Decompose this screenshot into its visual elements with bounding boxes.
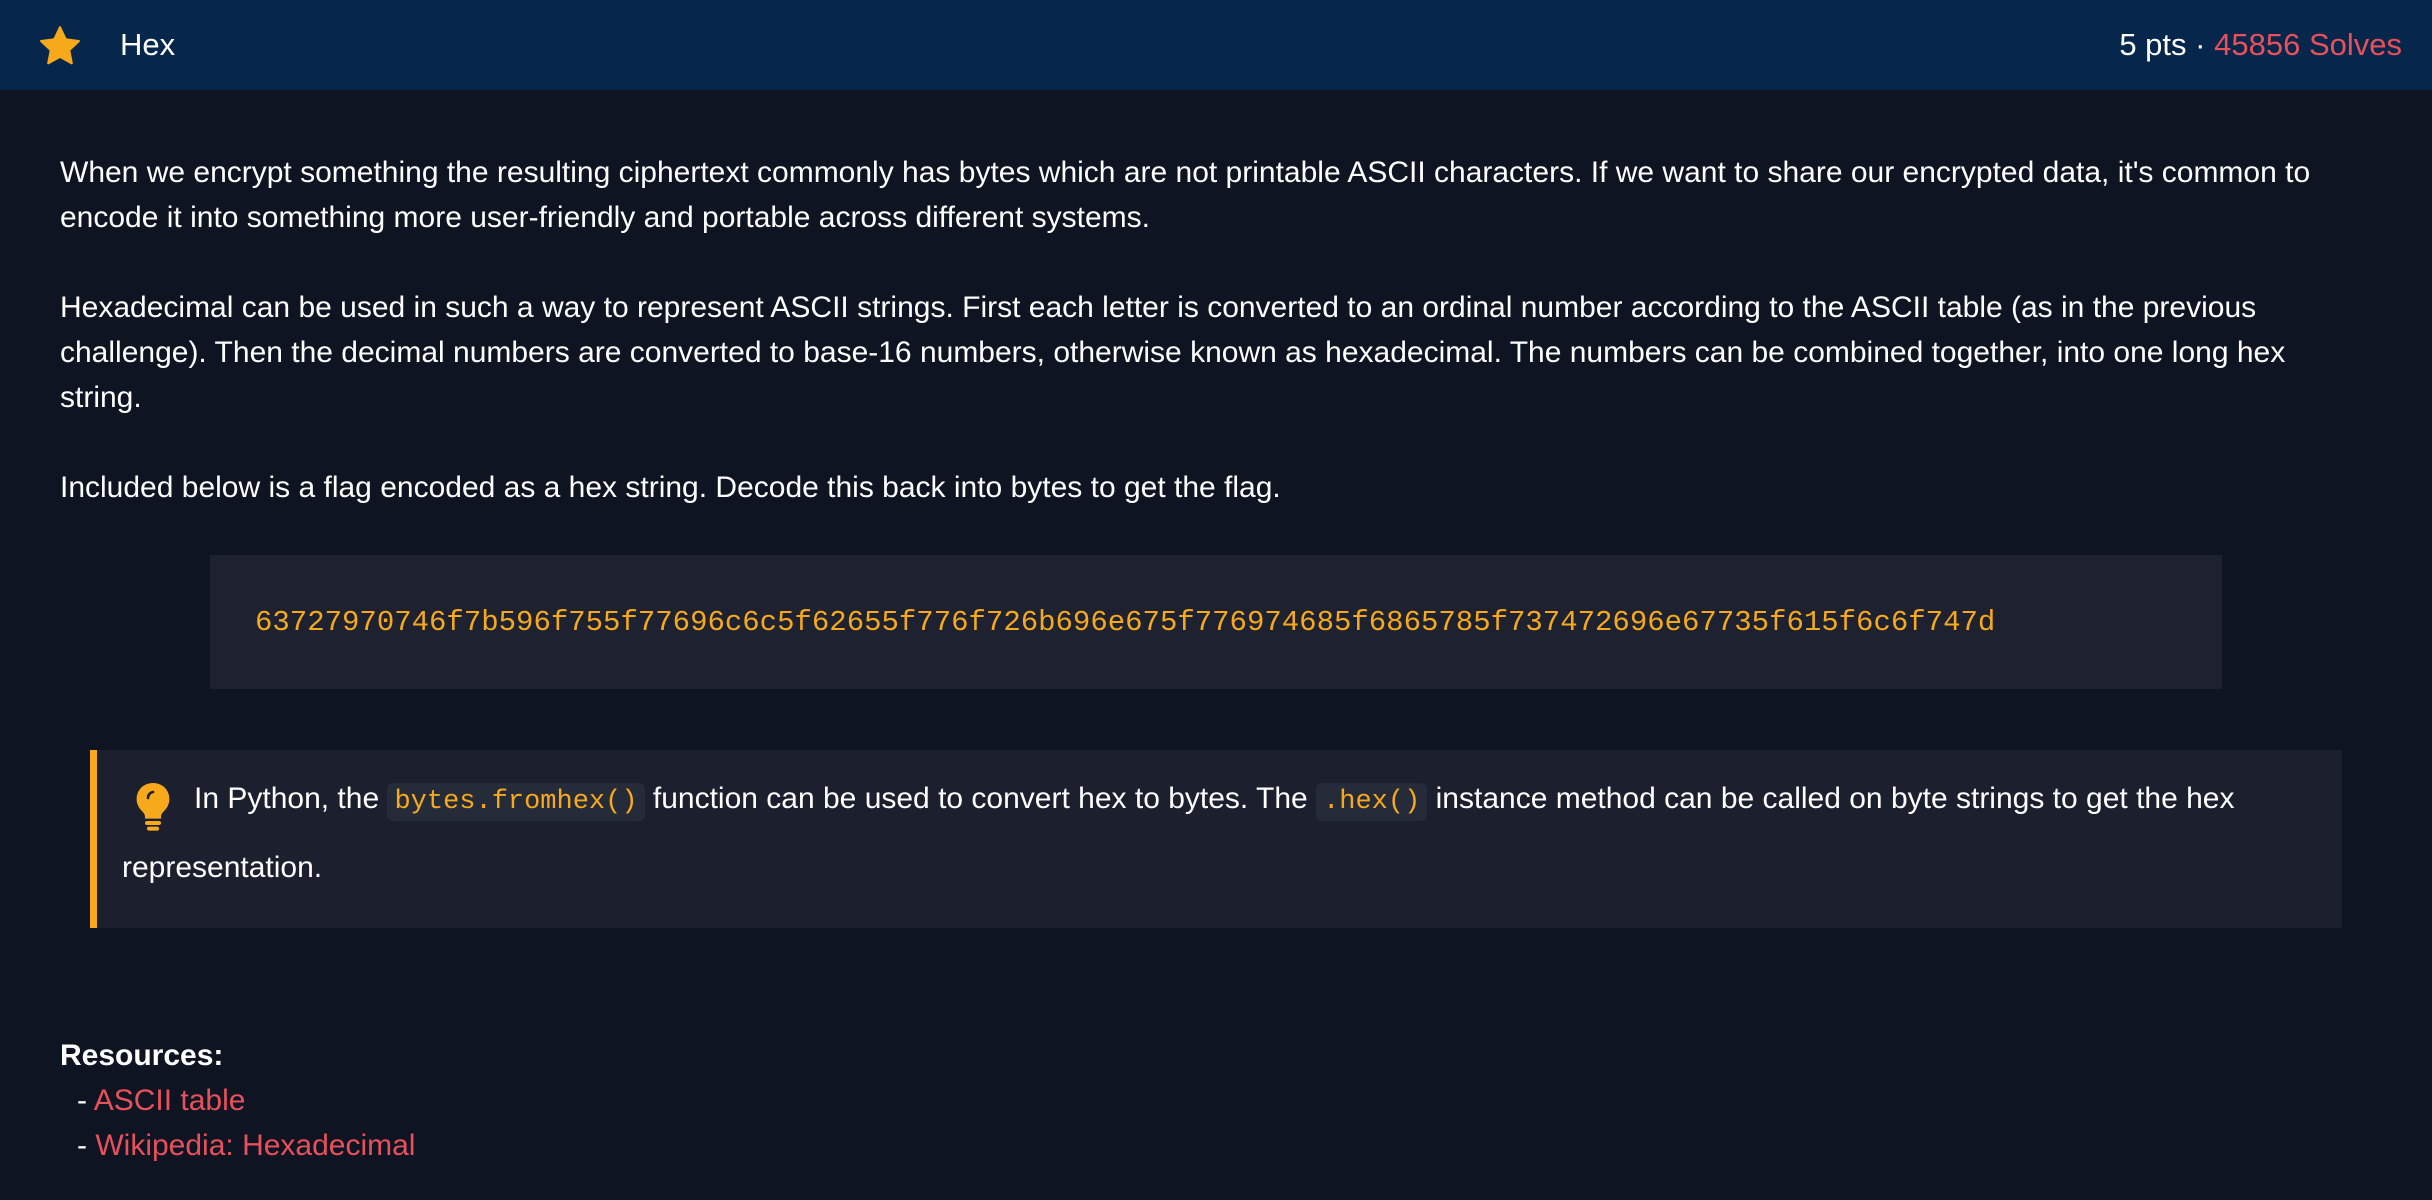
description-paragraph-2: Hexadecimal can be used in such a way to… [60,291,2286,414]
wikipedia-hexadecimal-link[interactable]: Wikipedia: Hexadecimal [95,1129,415,1162]
resource-dash: - [77,1084,87,1117]
hex-string[interactable]: 63727970746f7b596f755f77696c6c5f62655f77… [255,606,1995,639]
resource-item: - ASCII table [60,1078,415,1123]
score-separator: · [2195,27,2206,62]
solves-count: 45856 Solves [2214,27,2402,62]
code-bytes-fromhex: bytes.fromhex() [387,783,645,821]
lightbulb-icon [136,783,170,831]
hint-text-part-1: In Python, the [194,782,380,815]
challenge-score: 5 pts · 45856 Solves [2119,26,2402,64]
code-hex-method: .hex() [1316,783,1428,821]
hint-text-part-2: function can be used to convert hex to b… [652,782,1308,815]
star-icon[interactable] [37,24,83,68]
resources-heading: Resources: [60,1039,224,1072]
ascii-table-link[interactable]: ASCII table [94,1084,246,1117]
hint-box: In Python, the bytes.fromhex() function … [90,750,2342,928]
challenge-description: When we encrypt something the resulting … [60,150,2370,555]
resource-dash: - [77,1129,87,1162]
challenge-title: Hex [120,27,176,62]
resources-section: Resources: - ASCII table - Wikipedia: He… [60,1033,415,1168]
hint-text: In Python, the bytes.fromhex() function … [122,766,2314,901]
points-label: 5 pts [2119,27,2187,62]
challenge-header: Hex 5 pts · 45856 Solves [0,0,2432,90]
description-paragraph-3: Included below is a flag encoded as a he… [60,471,1281,504]
description-paragraph-1: When we encrypt something the resulting … [60,156,2311,234]
hex-code-block: 63727970746f7b596f755f77696c6c5f62655f77… [210,555,2222,689]
resource-item: - Wikipedia: Hexadecimal [60,1123,415,1168]
